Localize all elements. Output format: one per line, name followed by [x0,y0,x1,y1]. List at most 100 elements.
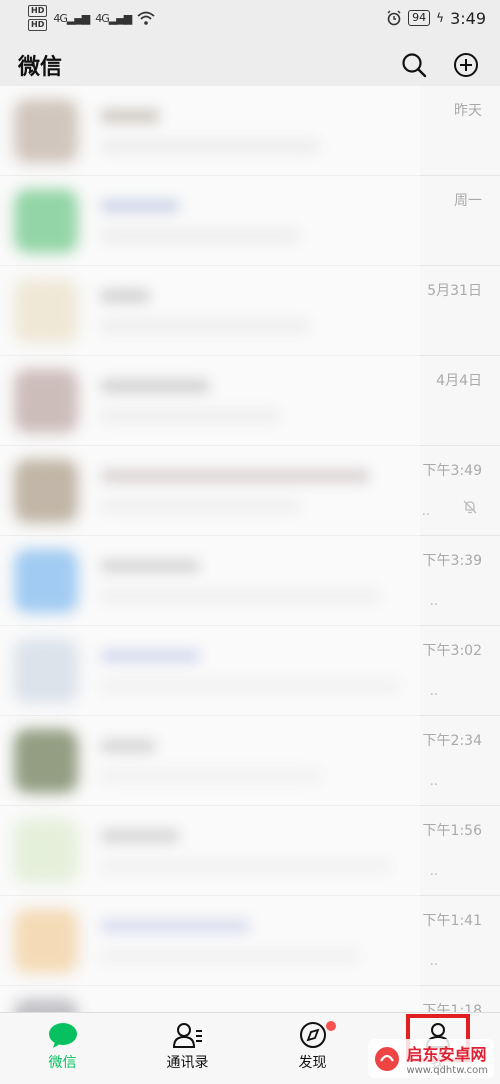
tab-label: 微信 [48,1055,77,1071]
watermark-text: 启东安卓网 www.qdhtw.com [406,1041,488,1076]
chat-item[interactable]: 下午2:34 .. [0,716,500,806]
blurred-content [100,108,320,153]
chat-bubble-icon [48,1023,77,1048]
compass-icon [299,1022,326,1048]
chat-item[interactable]: 4月4日 [0,356,500,446]
blurred-preview [100,948,360,963]
blurred-content [100,648,400,693]
chat-time: 周一 [454,193,482,209]
chat-item[interactable]: 下午3:39 .. [0,536,500,626]
contacts-icon [172,1023,202,1048]
blurred-preview [100,768,320,783]
chat-time: 5月31日 [427,283,482,299]
blurred-preview [100,138,320,153]
chat-item[interactable]: 下午1:41 .. [0,896,500,986]
blurred-title [100,378,210,393]
avatar [14,458,78,523]
signal-icon: 4G▂▄▆ [53,11,90,25]
blurred-title [100,198,180,213]
chat-item[interactable]: 下午1:18 [0,986,500,1012]
chat-time: 下午1:18 [422,1003,482,1012]
blurred-content [100,468,370,513]
wechat-screen: HD HD 4G▂▄▆ 4G▂▄▆ 94 ϟ 3:49 微信 昨天 周一 5月3… [0,0,500,1084]
notification-dot [325,1021,336,1031]
chat-preview-ellipsis: .. [429,594,438,609]
watermark-url: www.qdhtw.com [406,1065,488,1076]
chat-item[interactable]: 周一 [0,176,500,266]
avatar [14,908,78,973]
status-left: HD HD 4G▂▄▆ 4G▂▄▆ [28,5,155,31]
watermark-logo-icon [375,1046,400,1071]
chat-preview-ellipsis: .. [421,504,430,519]
blurred-content [100,378,280,423]
chat-time: 昨天 [454,103,482,119]
wifi-icon [137,11,155,25]
blurred-content [100,288,310,333]
avatar [14,98,78,163]
blurred-title [100,468,370,483]
chat-preview-ellipsis: .. [429,684,438,699]
charging-icon: ϟ [436,11,445,25]
chat-item[interactable]: 昨天 [0,86,500,176]
tab-contacts[interactable]: 通讯录 [143,1021,233,1072]
avatar [14,188,78,253]
avatar [14,548,78,613]
hd-badge-bottom: HD [28,19,48,31]
page-title: 微信 [18,55,63,80]
blurred-title [100,738,156,753]
blurred-title [100,648,200,663]
avatar [14,638,78,703]
add-button[interactable] [452,51,480,79]
plus-circle-icon [454,53,478,77]
chat-time: 下午2:34 [422,733,482,749]
avatar [14,998,78,1012]
blurred-preview [100,408,280,423]
header-actions [400,51,480,79]
search-button[interactable] [400,51,428,79]
search-icon [402,53,427,78]
chat-preview-ellipsis: .. [429,864,438,879]
network-type-2: 4G [95,11,109,25]
chat-time: 下午3:02 [422,643,482,659]
hd-indicators: HD HD [28,5,48,31]
chat-time: 下午3:39 [422,553,482,569]
blurred-preview [100,498,300,513]
blurred-title [100,108,160,123]
chat-item[interactable]: 5月31日 [0,266,500,356]
tab-label: 发现 [298,1055,327,1071]
status-bar: HD HD 4G▂▄▆ 4G▂▄▆ 94 ϟ 3:49 [0,0,500,36]
chat-time: 4月4日 [436,373,482,389]
avatar [14,278,78,343]
chat-time: 下午3:49 [422,463,482,479]
chat-item[interactable]: 下午3:49 .. [0,446,500,536]
chat-time: 下午1:41 [422,913,482,929]
watermark-title: 启东安卓网 [406,1045,487,1064]
chat-preview-ellipsis: .. [429,954,438,969]
tab-label: 通讯录 [166,1055,209,1071]
battery-icon: 94 [408,10,431,26]
blurred-title [100,918,250,933]
blurred-content [100,918,360,963]
alarm-icon [387,10,401,26]
network-type-1: 4G [53,11,67,25]
watermark: 启东安卓网 www.qdhtw.com [368,1039,494,1078]
chat-item[interactable]: 下午3:02 .. [0,626,500,716]
chat-preview-ellipsis: .. [429,774,438,789]
avatar [14,728,78,793]
blurred-content [100,828,390,873]
blurred-preview [100,228,300,243]
chat-item[interactable]: 下午1:56 .. [0,806,500,896]
blurred-preview [100,858,390,873]
tab-discover[interactable]: 发现 [268,1021,358,1072]
signal-icon: 4G▂▄▆ [95,11,132,25]
blurred-preview [100,678,400,693]
blurred-content [100,198,300,243]
avatar [14,818,78,883]
status-right: 94 ϟ 3:49 [386,9,486,28]
blurred-preview [100,588,380,603]
blurred-content [100,558,380,603]
blurred-title [100,828,180,843]
tab-chats[interactable]: 微信 [18,1021,108,1072]
blurred-title [100,288,150,303]
chat-time: 下午1:56 [422,823,482,839]
